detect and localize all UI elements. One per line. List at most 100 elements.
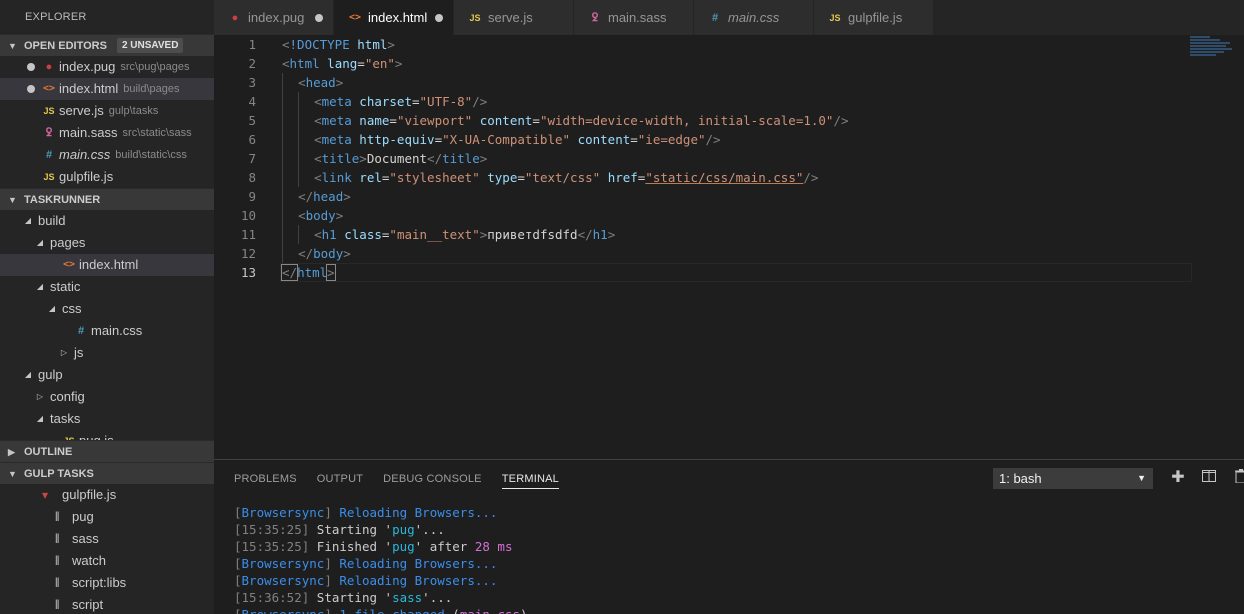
open-editor-item[interactable]: ● index.pug src\pug\pages	[0, 56, 214, 78]
tab-label: main.sass	[608, 10, 667, 25]
chevron-down-icon: ◢	[24, 370, 32, 379]
tab-index-pug[interactable]: ● index.pug	[214, 0, 334, 35]
panel-tab-terminal[interactable]: TERMINAL	[501, 469, 559, 489]
code-line[interactable]: 3 <head>	[214, 73, 1244, 92]
tree-folder-item[interactable]: ◢ tasks	[0, 408, 214, 430]
tree-file-item[interactable]: JSpug.js	[0, 430, 214, 440]
pug-icon: ●	[231, 11, 239, 24]
code-text: <head>	[282, 73, 343, 92]
panel-tab-debug-console[interactable]: DEBUG CONSOLE	[383, 469, 482, 489]
tree-folder-item[interactable]: ◢ css	[0, 298, 214, 320]
code-line[interactable]: 11 <h1 class="main__text">приветdfsdfd</…	[214, 225, 1244, 244]
tab-index-html[interactable]: <> index.html	[334, 0, 454, 35]
gulp-tasks-list: || pug || sass || watch || script:libs || script	[0, 506, 214, 614]
code-text: <h1 class="main__text">приветdfsdfd</h1>	[282, 225, 615, 244]
task-icon: ||	[55, 555, 60, 566]
line-number: 1	[248, 37, 256, 52]
tree-file-item[interactable]: <> index.html	[0, 254, 214, 276]
tree-folder-item[interactable]: ◢ static	[0, 276, 214, 298]
chevron-right-icon: ▶	[8, 446, 15, 457]
open-editor-item[interactable]: JS serve.js gulp\tasks	[0, 100, 214, 122]
code-line[interactable]: 13 </html>	[214, 263, 1244, 282]
taskrunner-label: TASKRUNNER	[24, 193, 101, 206]
panel-tab-output[interactable]: OUTPUT	[317, 469, 363, 489]
trash-icon[interactable]	[1232, 469, 1244, 487]
unsaved-badge: 2 UNSAVED	[116, 38, 184, 53]
open-editor-filename: main.css	[59, 147, 111, 162]
chevron-down-icon: ◢	[36, 414, 44, 423]
code-line[interactable]: 6 <meta http-equiv="X-UA-Compatible" con…	[214, 130, 1244, 149]
sass-icon: ꝿ	[591, 12, 599, 24]
terminal-line: [Browsersync] Reloading Browsers...	[234, 505, 498, 520]
tab-main-css[interactable]: # main.css	[694, 0, 814, 35]
outline-header[interactable]: ▶ OUTLINE	[0, 440, 214, 462]
code-text: </head>	[282, 187, 351, 206]
open-editor-path: src\pug\pages	[120, 61, 190, 73]
gulp-tasks-label: GULP TASKS	[24, 467, 94, 480]
tab-gulpfile-js[interactable]: JS gulpfile.js	[814, 0, 934, 35]
unsaved-dot-icon[interactable]	[435, 14, 443, 22]
tree-item-label: config	[50, 389, 85, 404]
line-number: 2	[248, 56, 256, 71]
minimap[interactable]	[1190, 35, 1236, 65]
terminal-line: [15:35:25] Starting 'pug'...	[234, 522, 445, 537]
code-line[interactable]: 2 <html lang="en">	[214, 54, 1244, 73]
gulp-task-item[interactable]: || sass	[0, 528, 214, 550]
line-number: 8	[248, 170, 256, 185]
code-line[interactable]: 1 <!DOCTYPE html>	[214, 35, 1244, 54]
new-terminal-plus-icon[interactable]: ✚	[1169, 469, 1187, 487]
code-line[interactable]: 5 <meta name="viewport" content="width=d…	[214, 111, 1244, 130]
html-icon: <>	[348, 12, 362, 23]
gulp-task-item[interactable]: || watch	[0, 550, 214, 572]
pug-icon: ●	[45, 61, 53, 73]
tree-folder-item[interactable]: ▷ config	[0, 386, 214, 408]
gulp-tasks-header[interactable]: ▼ GULP TASKS	[0, 462, 214, 484]
code-line[interactable]: 7 <title>Document</title>	[214, 149, 1244, 168]
terminal-line: [Browsersync] Reloading Browsers...	[234, 556, 498, 571]
tree-folder-item[interactable]: ◢ pages	[0, 232, 214, 254]
code-line[interactable]: 9 </head>	[214, 187, 1244, 206]
open-editor-filename: main.sass	[59, 125, 118, 140]
tab-label: index.pug	[248, 10, 305, 25]
taskrunner-header[interactable]: ▼ TASKRUNNER	[0, 188, 214, 210]
unsaved-dot-icon	[27, 85, 35, 93]
terminal-output[interactable]: [Browsersync] Reloading Browsers... [15:3…	[234, 504, 528, 614]
gulp-task-item[interactable]: || script:libs	[0, 572, 214, 594]
tab-serve-js[interactable]: JS serve.js	[454, 0, 574, 35]
open-editors-header[interactable]: ▼ OPEN EDITORS 2 UNSAVED	[0, 34, 214, 56]
code-line[interactable]: 8 <link rel="stylesheet" type="text/css"…	[214, 168, 1244, 187]
code-editor[interactable]: 1 <!DOCTYPE html> 2 <html lang="en"> 3 <head…	[214, 35, 1244, 459]
code-line[interactable]: 12 </body>	[214, 244, 1244, 263]
explorer-sidebar: EXPLORER ▼ OPEN EDITORS 2 UNSAVED ● index…	[0, 0, 214, 614]
code-line[interactable]: 4 <meta charset="UTF-8"/>	[214, 92, 1244, 111]
gulp-file-item[interactable]: ▾ gulpfile.js	[0, 484, 214, 506]
line-number: 4	[248, 94, 256, 109]
tree-folder-item[interactable]: ◢ build	[0, 210, 214, 232]
terminal-line: [Browsersync] 1 file changed (main.css)	[234, 606, 528, 614]
unsaved-dot-icon[interactable]	[315, 14, 323, 22]
open-editors-list: ● index.pug src\pug\pages <> index.html build…	[0, 56, 214, 188]
open-editor-filename: index.pug	[59, 59, 116, 74]
tree-item-label: build	[38, 213, 66, 228]
open-editor-item[interactable]: <> index.html build\pages	[0, 78, 214, 100]
tree-file-item[interactable]: # main.css	[0, 320, 214, 342]
terminal-select[interactable]: 1: bash ▼	[993, 468, 1153, 489]
tab-main-sass[interactable]: ꝿ main.sass	[574, 0, 694, 35]
open-editor-item[interactable]: JS gulpfile.js	[0, 166, 214, 188]
js-icon: JS	[62, 430, 76, 440]
code-text: <meta http-equiv="X-UA-Compatible" conte…	[282, 130, 721, 149]
tree-item-label: css	[62, 301, 82, 316]
gulp-task-item[interactable]: || script	[0, 594, 214, 614]
code-text: <body>	[282, 206, 343, 225]
open-editor-item[interactable]: # main.css build\static\css	[0, 144, 214, 166]
code-text: </body>	[282, 244, 351, 263]
code-line[interactable]: 10 <body>	[214, 206, 1244, 225]
tree-folder-item[interactable]: ▷ js	[0, 342, 214, 364]
split-terminal-icon[interactable]	[1200, 469, 1218, 487]
panel-tab-problems[interactable]: PROBLEMS	[234, 469, 297, 489]
open-editor-item[interactable]: ꝿ main.sass src\static\sass	[0, 122, 214, 144]
tree-folder-item[interactable]: ◢ gulp	[0, 364, 214, 386]
unsaved-dot-icon	[27, 63, 35, 71]
gulp-task-item[interactable]: || pug	[0, 506, 214, 528]
dropdown-caret-icon: ▼	[1137, 473, 1146, 483]
